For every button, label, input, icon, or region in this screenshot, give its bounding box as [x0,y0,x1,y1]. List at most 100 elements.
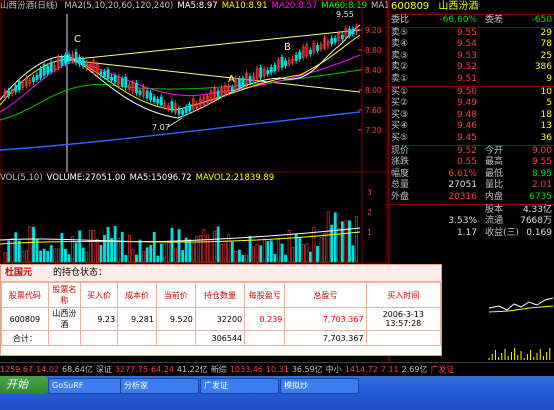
candle-body [103,71,106,77]
weibi-value: -66.60% [439,15,477,25]
volume-bar [337,227,341,263]
holdings-col-header[interactable]: 股票名称 [47,282,82,308]
volume-bar [238,249,241,263]
empty-cell [155,330,196,346]
y-tick-label: 7.60 [365,106,382,115]
status-item: 1259.67 [0,365,34,374]
holdings-col-header[interactable]: 买入价 [80,282,119,308]
volume-bar [96,239,99,263]
quote-stat-row: 涨跌 0.55 最高 9.55 [389,157,554,169]
row-value-2: 9.00 [531,145,552,156]
holdings-col-header[interactable]: 总盈亏 [284,282,367,308]
y-tick-label: 8.00 [365,86,382,95]
volume-bar [216,226,220,263]
candle-body [99,71,103,76]
volume-bar [177,229,181,263]
candle-body [269,67,273,73]
volume-bar [163,243,167,263]
row-value: 3.53% [448,216,477,227]
volume-bar [305,243,309,263]
candle-body [280,56,284,68]
candle-body [241,78,245,87]
start-button[interactable]: 开始 [0,376,50,394]
row-label: 卖④ [391,39,409,50]
taskbar-item[interactable]: 模拟炒 [280,378,359,394]
row-label: 买① [391,86,409,97]
taskbar-item[interactable]: 分析家 [120,378,199,394]
volume-bar [252,246,256,263]
volume-bar [284,254,287,263]
holdings-col-header[interactable]: 买入时间 [365,282,442,308]
row-value: 9.50 [456,86,477,97]
empty-cell [244,330,286,346]
volume-bar [159,243,163,263]
candle-body [170,101,174,111]
holdings-col-header[interactable]: 每股盈亏 [244,282,286,308]
volume-bar [17,240,21,263]
row-label: 买④ [391,121,409,132]
holdings-popup[interactable]: 杜国元 的持仓状态： 股票代码 股票名称 买入价 成本价 当前价 持仓数量 每股盈亏 总盈亏买… [0,264,442,356]
vol-legend-item: VOLUME:27051.00 [46,173,126,183]
candle-body [351,28,355,35]
row-value: 9.52 [456,145,477,156]
volume-bar [262,238,266,263]
row-label-2: 量比 [485,180,504,191]
row-label-2: 收益(三) [485,227,520,238]
volume-bar [269,240,273,263]
total-label: 合计： [1,330,49,346]
candle-body [340,34,344,40]
volume-bar [127,234,131,263]
quote-extra-row: 1.17 收益(三) 0.169 [389,228,554,240]
weicha-label: 委差 [485,15,504,25]
taskbar-item[interactable]: 广发证 [200,378,279,394]
row-value-2: 10 [540,86,552,97]
volume-bar [49,245,53,263]
volume-bar [14,232,18,263]
total-profit: 7,703.367 [284,330,367,346]
volume-bar [308,251,312,263]
volume-bar [298,236,302,263]
volume-bar [42,248,46,263]
candle-body [308,49,312,55]
row-value-2: 6735 [529,191,552,202]
volume-bar [85,251,89,263]
kline-chart[interactable]: 9.20 8.80 8.40 8.00 7.60 7.20 3 2 1 C A B 7.07 9.55 山… [0,0,388,264]
candle-body [138,90,142,95]
row-value-2: 5 [546,98,552,109]
weibi-label: 委比 [391,15,410,25]
stock-header: 600809 山西汾酒 [389,0,554,15]
volume-bar [149,245,153,263]
buy-orders: 买① 9.50 10 买② 9.49 5 买③ 9.48 18 买④ 9.46 13 买⑤ 9.45 36 [389,87,554,145]
status-item: 64.24 [151,365,174,374]
status-item: 2.69亿 [401,365,428,374]
row-value-2: 2.01 [531,180,552,191]
row-value: 0.55 [456,157,477,168]
row-label-2: 股本 [485,204,504,215]
volume-bar [170,227,174,263]
volume-bar [103,235,106,263]
buy-order-row: 买④ 9.46 13 [389,121,554,133]
holdings-col-header[interactable]: 成本价 [117,282,157,308]
volume-bar [60,232,64,263]
holdings-col-header[interactable]: 股票代码 [1,282,49,308]
candle-body [17,81,21,90]
volume-bar [316,246,319,263]
taskbar-item[interactable]: GoSuRF [48,378,127,394]
row-value: 9.49 [456,98,477,109]
volume-bar [355,215,358,263]
holdings-col-header[interactable]: 当前价 [155,282,196,308]
row-label: 卖⑤ [391,27,409,38]
holdings-table: 股票代码 股票名称 买入价 成本价 当前价 持仓数量 每股盈亏 总盈亏 买入时间 600809 山… [1,282,442,346]
ma-legend-item: MA60:8.19 [321,1,368,11]
sell-orders: 卖⑤ 9.55 29 卖④ 9.54 78 卖③ 9.53 25 卖② 9.52 386 卖① 9.51 9 [389,28,554,86]
volume-bar [106,227,110,263]
row-value-2: 386 [534,62,552,73]
row-value-2: 18 [540,109,552,120]
quote-extra-row: 股本 4.33亿 [389,205,554,217]
holdings-total-row: 合计： 306544 7,703.367 [1,330,442,346]
volume-bar [120,231,124,263]
status-item: 广发证 [430,365,455,374]
holdings-row[interactable]: 600809 山西汾酒 9.23 9.281 9.520 32200 0.239 7,703.… [1,307,442,331]
row-value-2: 78 [540,39,552,50]
holdings-col-header[interactable]: 持仓数量 [194,282,246,308]
